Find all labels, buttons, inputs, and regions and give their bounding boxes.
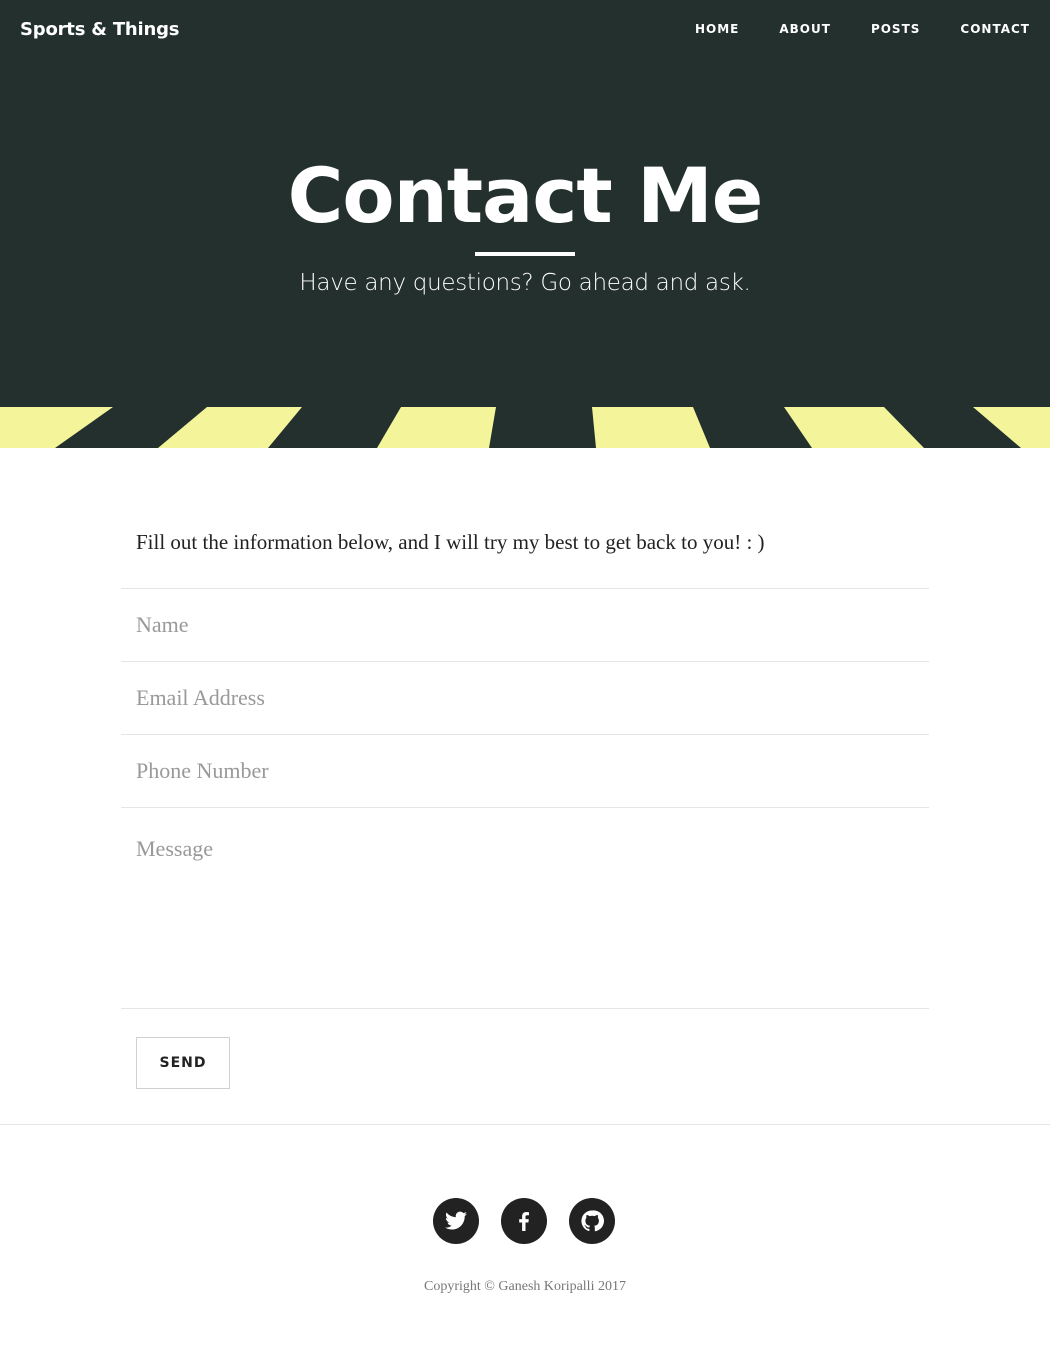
github-icon (581, 1210, 604, 1232)
footer-divider (0, 1124, 1050, 1125)
email-row (121, 661, 929, 734)
form-bottom-rule (121, 1008, 929, 1009)
nav-contact[interactable]: CONTACT (960, 22, 1030, 36)
phone-field[interactable] (121, 735, 929, 807)
nav-home[interactable]: HOME (695, 22, 739, 36)
twitter-icon (445, 1211, 467, 1230)
email-field[interactable] (121, 662, 929, 734)
message-row (121, 807, 929, 1008)
send-button[interactable]: SEND (136, 1037, 230, 1089)
nav-about[interactable]: ABOUT (779, 22, 831, 36)
form-intro: Fill out the information below, and I wi… (136, 530, 765, 554)
page-title: Contact Me (287, 151, 764, 240)
facebook-link[interactable] (501, 1198, 547, 1244)
hero-header: Sports & Things HOME ABOUT POSTS CONTACT… (0, 0, 1050, 448)
brand-link[interactable]: Sports & Things (20, 19, 180, 40)
page-subtitle: Have any questions? Go ahead and ask. (299, 270, 751, 296)
social-links (433, 1198, 615, 1244)
copyright-text: Copyright © Ganesh Koripalli 2017 (424, 1279, 626, 1294)
github-link[interactable] (569, 1198, 615, 1244)
twitter-link[interactable] (433, 1198, 479, 1244)
main-nav: HOME ABOUT POSTS CONTACT (695, 22, 1030, 36)
message-field[interactable] (121, 808, 929, 1008)
name-field[interactable] (121, 589, 929, 661)
stripe-decoration (0, 407, 1050, 448)
facebook-icon (519, 1212, 529, 1231)
phone-row (121, 734, 929, 807)
name-row (121, 588, 929, 661)
nav-posts[interactable]: POSTS (871, 22, 920, 36)
title-underline (475, 252, 575, 256)
